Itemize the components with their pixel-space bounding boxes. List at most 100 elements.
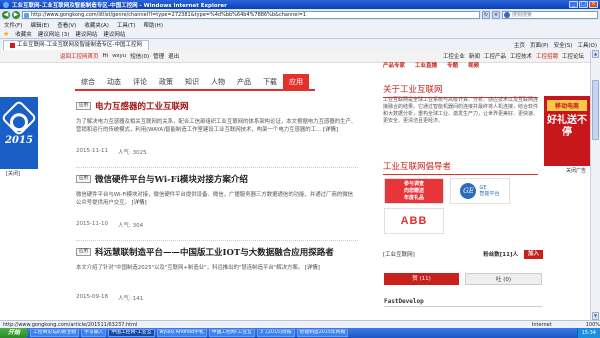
top-link-products[interactable]: 工控产品: [484, 52, 506, 60]
command-bar: 主页 页面(P) 安全(S) 工具(O): [514, 39, 597, 50]
menu-edit[interactable]: 编辑(E): [30, 21, 49, 29]
ge-tile[interactable]: GE GE 智能平台: [450, 178, 510, 204]
right-float-ad[interactable]: 移动电商 好礼送不停: [544, 96, 590, 166]
article-title[interactable]: 微信硬件平台与Wi-Fi模块对接方案介绍: [95, 173, 248, 185]
cat-tab-news[interactable]: 动态: [101, 74, 127, 89]
abb-tile[interactable]: ABB: [384, 208, 444, 234]
back-button[interactable]: ◀: [2, 10, 10, 19]
fav-item-3[interactable]: 建议网站: [103, 30, 125, 38]
top-link-tech[interactable]: 工控技术: [510, 52, 532, 60]
site-top-links: 工控企业 新闻 工控产品 工控技术 工控招聘 工控论坛: [443, 52, 590, 60]
article-more-link[interactable]: [详情]: [305, 265, 320, 271]
top-link-news[interactable]: 新闻: [469, 52, 480, 60]
article-date: 2015-11-10: [76, 221, 108, 227]
article-tag[interactable]: 应用: [76, 175, 91, 183]
cmd-safety[interactable]: 安全(S): [554, 41, 573, 49]
scroll-down-icon[interactable]: ▼: [592, 312, 599, 320]
about-title: 关于工业互联网: [383, 83, 538, 98]
article-summary: 为了解决电力互感器及相关互联网的关系，配合工信部组织工业互联网的体系架构论证，本…: [76, 118, 358, 142]
cmd-tools[interactable]: 工具(O): [577, 41, 597, 49]
menu-view[interactable]: 查看(V): [57, 21, 76, 29]
cat-tab-application[interactable]: 应用: [283, 74, 309, 89]
fastdevelop-label[interactable]: FastDevelop: [384, 298, 424, 305]
taskbar-item[interactable]: wyu的 Android手机: [156, 329, 207, 337]
top-link-jobs[interactable]: 工控招聘: [536, 52, 558, 60]
close-button[interactable]: ×: [589, 1, 598, 8]
rtab-video[interactable]: 视频: [468, 61, 479, 71]
article-separator: [76, 240, 358, 241]
zoom-level[interactable]: 100%: [586, 322, 600, 328]
category-nav: 综合 动态 评论 政策 知识 人物 产品 下载 应用: [75, 74, 315, 91]
browser-status-bar: http://www.gongkong.com/article/201511/6…: [0, 320, 600, 328]
article-title[interactable]: 科远慧联制造平台——中国版工业IOT与大数据融合应用探路者: [95, 246, 334, 258]
taskbar-item[interactable]: 中国工控网-工业互: [208, 329, 255, 337]
stop-button[interactable]: ×: [492, 10, 500, 19]
cmd-page[interactable]: 页面(P): [530, 41, 549, 49]
menu-tools[interactable]: 工具(T): [117, 21, 136, 29]
browser-tab[interactable]: 工业互联网-工业互联网及智能制造专区-中国工控网: [3, 40, 149, 50]
taskbar-item[interactable]: 中国工控网-工业互: [108, 329, 155, 337]
rtab-live[interactable]: 工业直播: [415, 61, 437, 71]
ad-line-2: 好礼送不停: [547, 115, 587, 138]
article-item: 应用 科远慧联制造平台——中国版工业IOT与大数据融合应用探路者 本文介绍了针对…: [76, 246, 358, 302]
advocates-title: 工业互联网倡导者: [383, 160, 538, 175]
cat-tab-comments[interactable]: 评论: [127, 74, 153, 89]
cat-tab-people[interactable]: 人物: [205, 74, 231, 89]
home-link[interactable]: 返回工控网首页: [60, 52, 99, 60]
scroll-thumb[interactable]: [592, 80, 599, 140]
vertical-scrollbar[interactable]: ▲ ▼: [590, 50, 600, 320]
messages-link[interactable]: 短信(0): [130, 52, 149, 60]
rtab-experts[interactable]: 产品专家: [383, 61, 405, 71]
search-input[interactable]: 搜狗搜索: [502, 10, 598, 19]
menu-help[interactable]: 帮助(H): [144, 21, 163, 29]
cat-tab-download[interactable]: 下载: [257, 74, 283, 89]
rtab-topics[interactable]: 专题: [447, 61, 458, 71]
system-clock[interactable]: 15:34: [576, 328, 600, 338]
cat-tab-general[interactable]: 综合: [75, 74, 101, 89]
community-row: [工业互联网] 粉丝数[11]人 加入: [383, 248, 543, 260]
fav-item-2[interactable]: 建议网站: [75, 30, 97, 38]
taskbar-item[interactable]: 智能制造2015年终稿: [296, 329, 349, 337]
maximize-button[interactable]: □: [579, 1, 588, 8]
top-link-enterprise[interactable]: 工控企业: [443, 52, 465, 60]
left-logo-close[interactable]: [关闭]: [6, 170, 20, 177]
minimize-button[interactable]: _: [569, 1, 578, 8]
right-divider: [384, 306, 542, 307]
article-title[interactable]: 电力互感器的工业互联网: [95, 100, 189, 112]
article-tag[interactable]: 应用: [76, 102, 91, 110]
survey-tile[interactable]: 参与调查 向您赠送 年度礼品: [384, 178, 444, 204]
address-bar[interactable]: http://www.gongkong.com/iitlist/genre/ch…: [22, 10, 480, 19]
scroll-up-icon[interactable]: ▲: [592, 50, 599, 58]
username[interactable]: wsyu: [112, 53, 126, 59]
article-views: 人气: 141: [117, 296, 144, 302]
favorites-button[interactable]: 收藏夹: [15, 30, 32, 38]
dislike-button[interactable]: 吐 (0): [465, 273, 542, 285]
menu-file[interactable]: 文件(F): [4, 21, 22, 29]
window-title: 工业互联网-工业互联网及智能制造专区-中国工控网 - Windows Inter…: [12, 2, 227, 9]
start-button[interactable]: 开始: [0, 328, 28, 338]
refresh-button[interactable]: ↻: [482, 10, 490, 19]
article-tag[interactable]: 应用: [76, 248, 91, 256]
article-item: 应用 电力互感器的工业互联网 为了解决电力互感器及相关互联网的关系，配合工信部组…: [76, 100, 358, 156]
cat-tab-knowledge[interactable]: 知识: [179, 74, 205, 89]
ad-close[interactable]: 关闭广告: [566, 167, 586, 174]
taskbar-item[interactable]: 3 .(2015)周报: [256, 329, 295, 337]
taskbar-item[interactable]: 手写输入: [81, 329, 107, 337]
menu-favorites[interactable]: 收藏夹(A): [84, 21, 109, 29]
manage-link[interactable]: 管理: [153, 52, 164, 60]
logout-link[interactable]: 退出: [168, 52, 179, 60]
left-float-logo[interactable]: 2015: [0, 97, 38, 169]
cmd-home[interactable]: 主页: [514, 41, 525, 49]
cat-tab-products[interactable]: 产品: [231, 74, 257, 89]
cat-tab-policy[interactable]: 政策: [153, 74, 179, 89]
top-link-forum[interactable]: 工控论坛: [562, 52, 584, 60]
like-button[interactable]: 赞 (11): [384, 273, 459, 285]
article-meta: 2015-11-10 人气: 304: [76, 221, 358, 229]
article-more-link[interactable]: [详情]: [132, 200, 147, 206]
join-button[interactable]: 加入: [523, 249, 543, 259]
article-more-link[interactable]: [详情]: [323, 127, 338, 133]
taskbar-item[interactable]: 工控网论坛的新主帖: [30, 329, 80, 337]
fav-item-1[interactable]: 建议网站 (3): [38, 30, 70, 38]
tab-row: 工业互联网-工业互联网及智能制造专区-中国工控网: [0, 39, 600, 50]
forward-button[interactable]: ▶: [12, 10, 20, 19]
